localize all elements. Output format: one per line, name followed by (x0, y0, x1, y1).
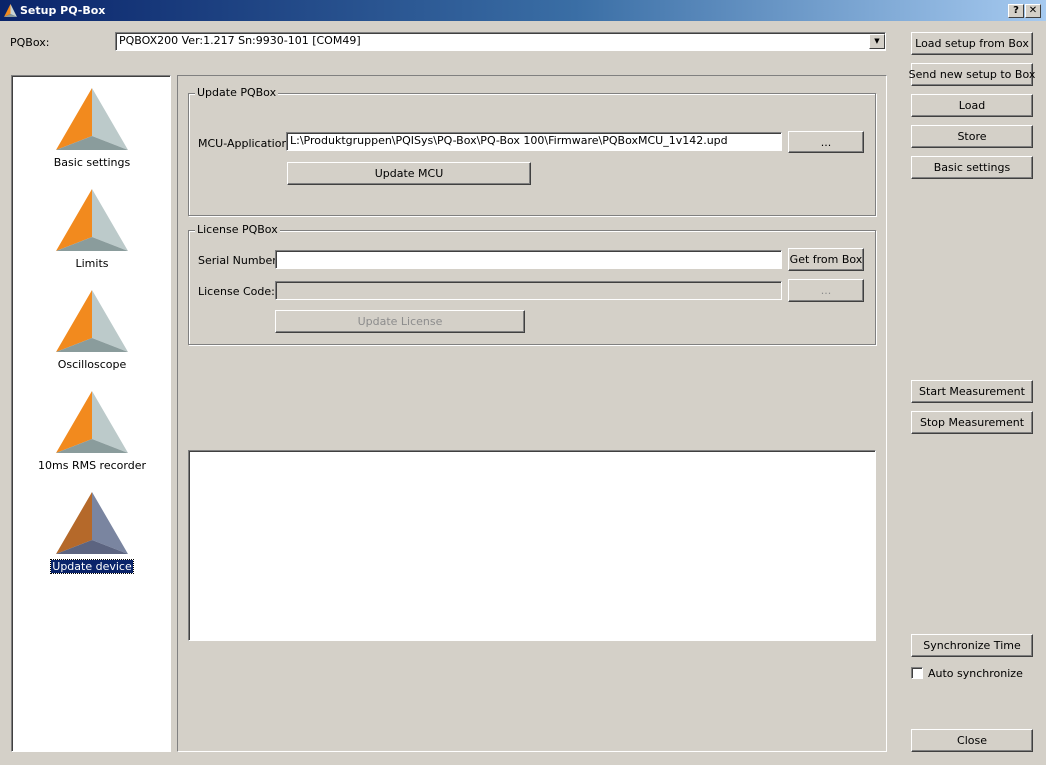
send-setup-to-box-button[interactable]: Send new setup to Box (909, 63, 1035, 86)
update-pqbox-group: Update PQBox (188, 86, 876, 216)
auto-synchronize-label: Auto synchronize (928, 667, 1023, 680)
start-measurement-button[interactable]: Start Measurement (911, 380, 1033, 403)
chevron-down-icon[interactable]: ▼ (869, 34, 885, 49)
stop-measurement-button[interactable]: Stop Measurement (911, 411, 1033, 434)
help-button[interactable]: ? (1008, 4, 1024, 18)
nav-item-label: Basic settings (53, 156, 131, 169)
nav-item-limits[interactable]: Limits (12, 185, 172, 270)
setup-nav-list[interactable]: Basic settings Limits Oscilloscope 10ms … (11, 75, 171, 752)
update-license-button[interactable]: Update License (275, 310, 525, 333)
serial-number-label: Serial Number: (198, 254, 281, 267)
output-log-area[interactable] (188, 450, 876, 641)
nav-item-rms-recorder[interactable]: 10ms RMS recorder (12, 387, 172, 472)
auto-synchronize-checkbox[interactable] (911, 667, 923, 679)
rms-recorder-icon (56, 391, 128, 453)
license-code-label: License Code: (198, 285, 275, 298)
update-mcu-button[interactable]: Update MCU (287, 162, 531, 185)
load-setup-from-box-button[interactable]: Load setup from Box (911, 32, 1033, 55)
pqbox-label: PQBox: (10, 36, 50, 49)
nav-item-label: 10ms RMS recorder (38, 459, 146, 472)
nav-item-basic-settings[interactable]: Basic settings (12, 84, 172, 169)
nav-item-label: Oscilloscope (57, 358, 127, 371)
oscilloscope-icon (56, 290, 128, 352)
serial-number-field[interactable] (275, 250, 782, 269)
pqbox-select-value: PQBOX200 Ver:1.217 Sn:9930-101 [COM49] (119, 34, 361, 47)
mcu-application-field[interactable]: L:\Produktgruppen\PQISys\PQ-Box\PQ-Box 1… (286, 132, 782, 151)
pq-box-logo-icon (4, 4, 17, 17)
close-button[interactable]: Close (911, 729, 1033, 752)
license-code-field[interactable] (275, 281, 782, 300)
license-pqbox-title: License PQBox (195, 223, 280, 236)
synchronize-time-button[interactable]: Synchronize Time (911, 634, 1033, 657)
basic-settings-icon (56, 88, 128, 150)
close-window-button[interactable]: ✕ (1025, 4, 1041, 18)
update-device-icon (56, 492, 128, 554)
nav-item-oscilloscope[interactable]: Oscilloscope (12, 286, 172, 371)
window-title: Setup PQ-Box (20, 4, 106, 17)
pqbox-select[interactable]: PQBOX200 Ver:1.217 Sn:9930-101 [COM49] (115, 32, 886, 51)
limits-icon (56, 189, 128, 251)
nav-item-label: Update device (50, 559, 134, 574)
get-from-box-button[interactable]: Get from Box (788, 248, 864, 271)
mcu-application-label: MCU-Application: (198, 137, 293, 150)
mcu-browse-button[interactable]: ... (788, 131, 864, 153)
nav-item-update-device[interactable]: Update device (12, 488, 172, 574)
load-button[interactable]: Load (911, 94, 1033, 117)
license-browse-button[interactable]: ... (788, 279, 864, 302)
store-button[interactable]: Store (911, 125, 1033, 148)
nav-item-label: Limits (75, 257, 109, 270)
title-bar[interactable]: Setup PQ-Box ? ✕ (0, 0, 1046, 21)
basic-settings-button[interactable]: Basic settings (911, 156, 1033, 179)
update-pqbox-title: Update PQBox (195, 86, 279, 99)
